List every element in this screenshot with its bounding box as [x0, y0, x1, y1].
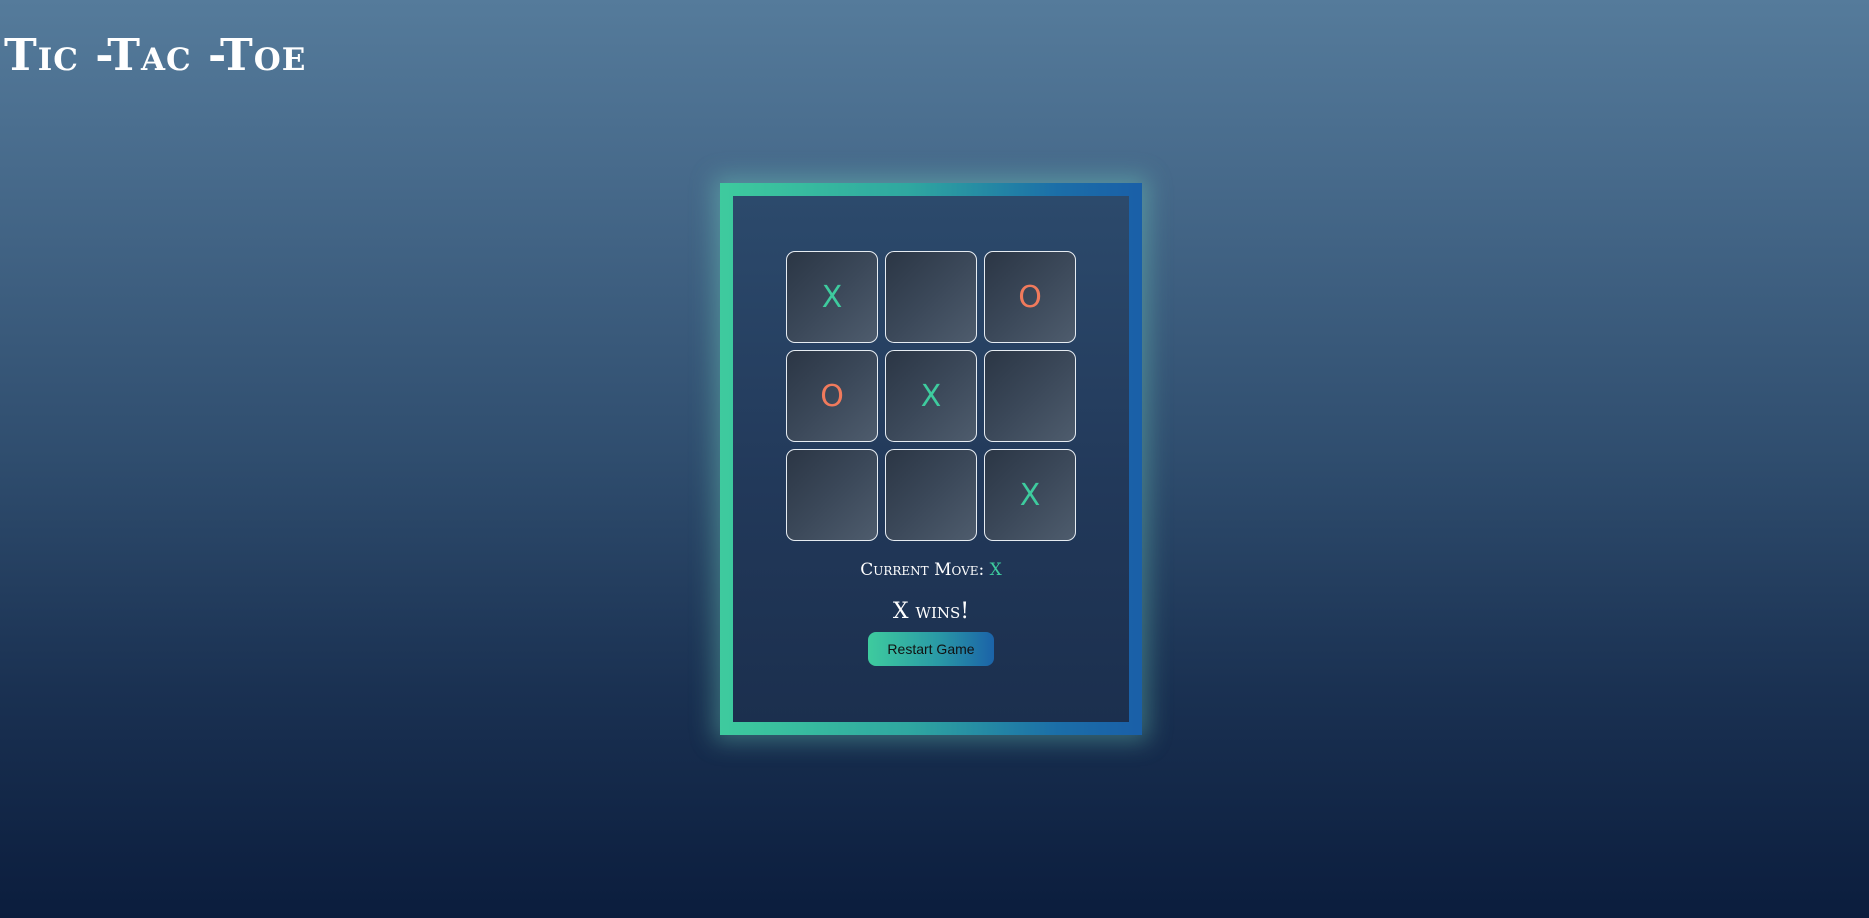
page-title: Tic -Tac -Toe [4, 30, 307, 81]
current-move-label: Current Move: [860, 560, 985, 580]
cell-mark: O [1018, 279, 1042, 315]
game-panel: X O O X X Current Move: X X wins! Restar… [733, 196, 1129, 722]
board-cell-5[interactable]: X [885, 350, 977, 442]
game-frame: X O O X X Current Move: X X wins! Restar… [720, 183, 1142, 735]
game-board: X O O X X [786, 251, 1076, 541]
current-move-status: Current Move: X [860, 560, 1002, 580]
cell-mark: O [820, 378, 844, 414]
board-cell-3[interactable]: O [984, 251, 1076, 343]
board-cell-1[interactable]: X [786, 251, 878, 343]
board-cell-7[interactable] [786, 449, 878, 541]
cell-mark: X [920, 378, 942, 414]
board-cell-6[interactable] [984, 350, 1076, 442]
game-result: X wins! [892, 599, 970, 624]
board-cell-4[interactable]: O [786, 350, 878, 442]
restart-game-button[interactable]: Restart Game [868, 632, 994, 666]
board-cell-8[interactable] [885, 449, 977, 541]
current-move-value: X [989, 560, 1002, 580]
board-cell-2[interactable] [885, 251, 977, 343]
cell-mark: X [1019, 477, 1041, 513]
board-cell-9[interactable]: X [984, 449, 1076, 541]
cell-mark: X [821, 279, 843, 315]
